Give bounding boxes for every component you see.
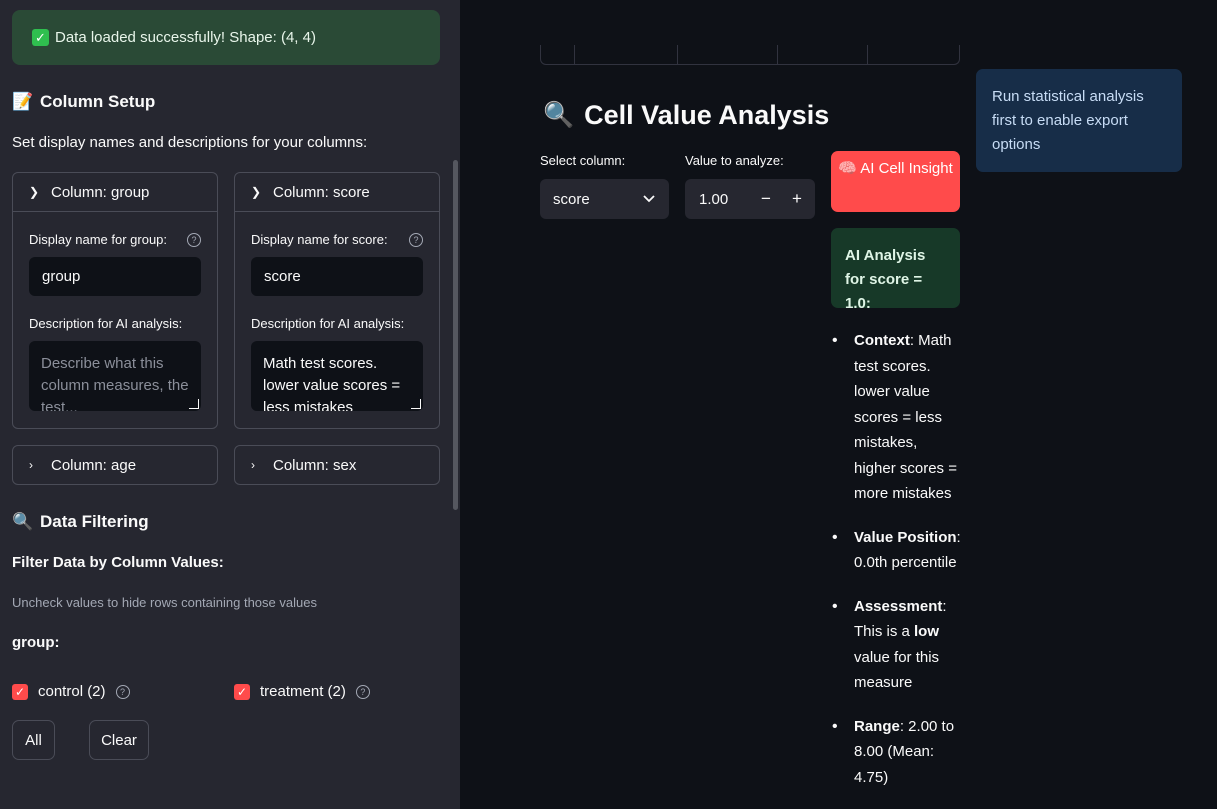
sidebar-scrollbar[interactable]: [453, 160, 458, 510]
bullet-text: value for this measure: [854, 648, 940, 692]
column-setup-subtitle: Set display names and descriptions for y…: [12, 134, 368, 151]
checkbox-checked-icon: ✓: [234, 683, 250, 700]
memo-icon: 📝: [12, 92, 34, 111]
value-label: Value to analyze:: [685, 153, 784, 168]
check-icon: ✓: [32, 29, 49, 46]
expander-column-age[interactable]: › Column: age: [12, 445, 218, 485]
column-setup-heading: 📝 Column Setup: [12, 92, 155, 112]
bullet-key: Context: [854, 332, 910, 349]
bullet-emphasis: low: [914, 623, 940, 640]
expander-column-sex[interactable]: › Column: sex: [234, 445, 440, 485]
description-placeholder: Describe what this column measures, the …: [41, 355, 189, 411]
select-value: score: [553, 190, 590, 208]
analysis-bullets: Context: Math test scores. lower value s…: [832, 328, 962, 808]
help-icon[interactable]: ?: [355, 684, 370, 699]
description-value: Math test scores. lower value scores = l…: [263, 355, 401, 411]
filter-subtitle: Filter Data by Column Values:: [12, 554, 224, 571]
magnifier-icon: 🔍: [543, 101, 575, 129]
data-filtering-heading: 🔍 Data Filtering: [12, 512, 149, 532]
chevron-right-icon: ›: [251, 458, 255, 472]
display-name-label: Display name for group: ?: [29, 232, 201, 247]
bullet-key: Range: [854, 717, 900, 735]
section-title: Cell Value Analysis: [584, 100, 830, 130]
export-info-box: Run statistical analysis first to enable…: [976, 69, 1182, 172]
dataframe-table-bottom: [540, 45, 960, 65]
column-setup-title: Column Setup: [40, 92, 156, 111]
chevron-down-icon: [643, 195, 655, 203]
success-alert: ✓ Data loaded successfully! Shape: (4, 4…: [12, 10, 440, 65]
display-name-label-text: Display name for score:: [251, 232, 388, 247]
all-button[interactable]: All: [12, 720, 55, 760]
help-icon[interactable]: ?: [187, 232, 201, 247]
display-name-input-score[interactable]: score: [251, 257, 423, 296]
ai-cell-insight-button[interactable]: 🧠 AI Cell Insight: [831, 151, 960, 212]
display-name-label-text: Display name for group:: [29, 232, 168, 247]
chevron-down-icon: ❯: [251, 185, 262, 199]
list-item: Context: Math test scores. lower value s…: [832, 328, 962, 507]
help-icon[interactable]: ?: [409, 232, 423, 247]
bullet-text: : Math test scores. lower value scores =…: [854, 332, 957, 502]
list-item: Assessment: This is a low value for this…: [832, 594, 962, 696]
resize-handle-icon[interactable]: [189, 399, 199, 409]
ai-analysis-box: AI Analysis for score = 1.0:: [831, 228, 960, 312]
description-textarea-score[interactable]: Math test scores. lower value scores = l…: [251, 341, 423, 411]
data-filtering-title: Data Filtering: [40, 512, 149, 531]
success-text: Data loaded successfully! Shape: (4, 4): [55, 29, 316, 46]
description-label: Description for AI analysis:: [251, 316, 405, 331]
cell-value-analysis-heading: 🔍 Cell Value Analysis: [543, 100, 829, 131]
decrement-button[interactable]: −: [761, 189, 771, 209]
number-value: 1.00: [699, 190, 729, 208]
description-textarea-group[interactable]: Describe what this column measures, the …: [29, 341, 201, 411]
expander-column-group: ❯ Column: group Display name for group: …: [12, 172, 218, 429]
expander-column-score: ❯ Column: score Display name for score: …: [234, 172, 440, 429]
increment-button[interactable]: +: [792, 189, 802, 209]
list-item: Range: 2.00 to 8.00 (Mean: 4.75): [832, 714, 962, 791]
expander-title: Column: score: [273, 183, 370, 201]
resize-handle-icon[interactable]: [411, 399, 421, 409]
checkbox-treatment[interactable]: ✓ treatment (2) ?: [234, 683, 370, 700]
checkbox-label: control (2): [38, 683, 106, 700]
bullet-key: Value Position: [854, 528, 957, 546]
clear-button[interactable]: Clear: [89, 720, 149, 760]
column-select[interactable]: score: [540, 179, 669, 219]
checkbox-checked-icon: ✓: [12, 683, 28, 700]
expander-title: Column: age: [51, 456, 137, 474]
expander-title: Column: group: [51, 183, 150, 201]
value-number-input[interactable]: 1.00 − +: [685, 179, 815, 219]
list-item: Value Position: 0.0th percentile: [832, 525, 962, 576]
help-icon[interactable]: ?: [115, 684, 130, 699]
expander-header-score[interactable]: ❯ Column: score: [235, 173, 439, 211]
filter-hint: Uncheck values to hide rows containing t…: [12, 595, 317, 610]
chevron-right-icon: ›: [29, 458, 33, 472]
display-name-label: Display name for score: ?: [251, 232, 423, 247]
ai-button-label: AI Cell Insight: [860, 160, 953, 177]
magnifier-icon: 🔍: [12, 512, 34, 531]
chevron-down-icon: ❯: [29, 185, 40, 199]
expander-header-group[interactable]: ❯ Column: group: [13, 173, 217, 211]
group-label: group:: [12, 634, 60, 651]
description-label: Description for AI analysis:: [29, 316, 183, 331]
expander-title: Column: sex: [273, 456, 357, 474]
sidebar: ✓ Data loaded successfully! Shape: (4, 4…: [0, 0, 460, 809]
brain-icon: 🧠: [838, 160, 857, 177]
checkbox-label: treatment (2): [260, 683, 346, 700]
bullet-key: Assessment: [854, 597, 943, 615]
display-name-input-group[interactable]: group: [29, 257, 201, 296]
select-column-label: Select column:: [540, 153, 626, 168]
checkbox-control[interactable]: ✓ control (2) ?: [12, 683, 130, 700]
